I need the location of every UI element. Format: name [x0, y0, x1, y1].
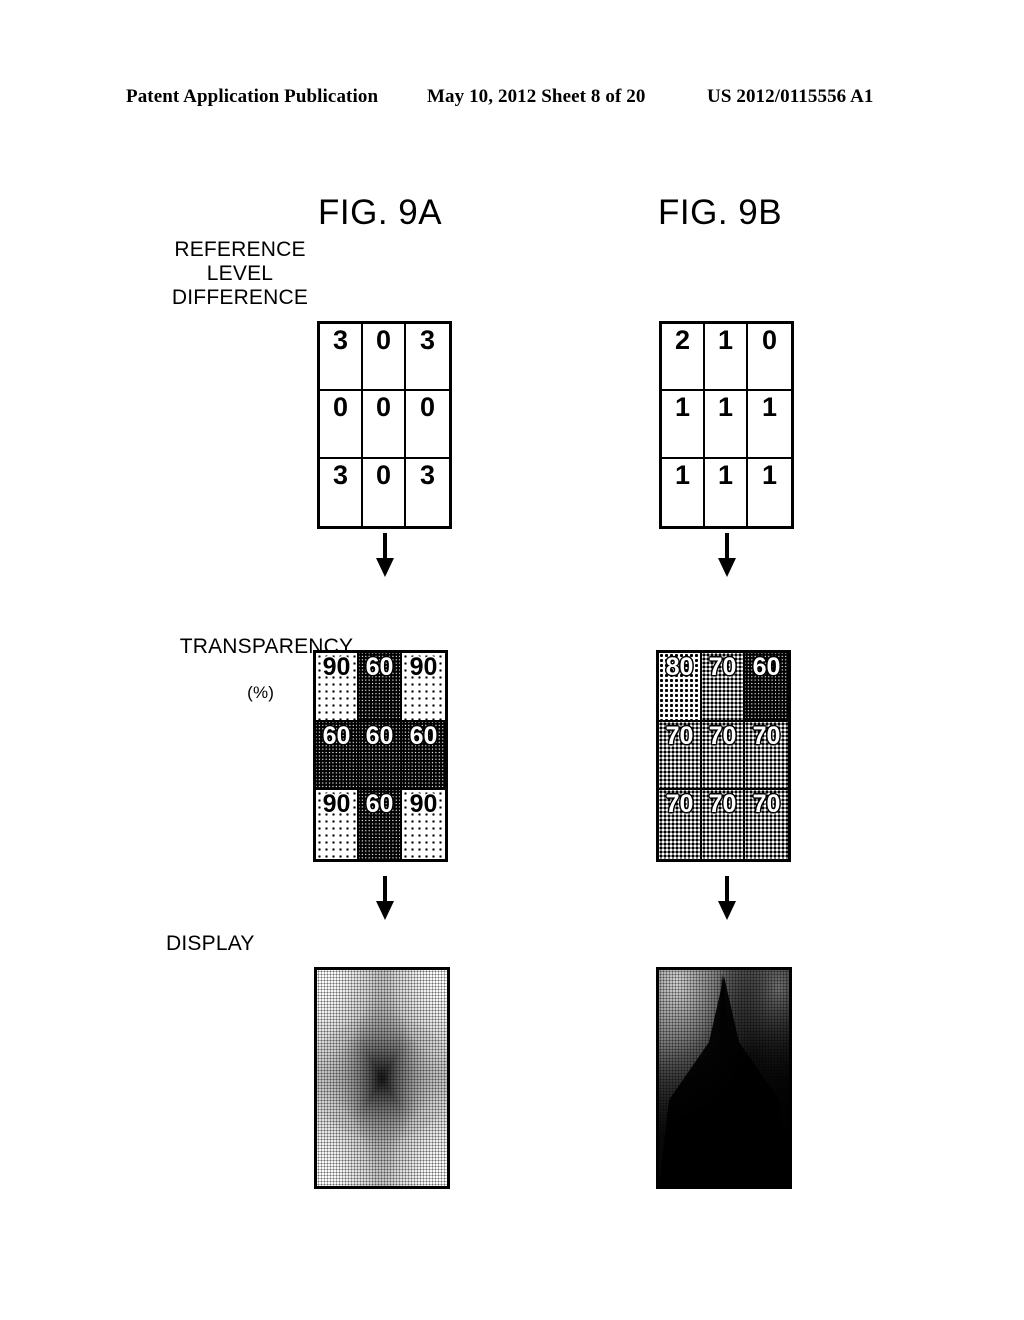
down-arrow-icon	[718, 533, 736, 577]
matrix-cell: 3	[320, 324, 363, 392]
transparency-value: 90	[322, 653, 351, 681]
transparency-cell: 60	[316, 721, 359, 791]
transparency-cell: 90	[316, 790, 359, 859]
publication-number-label: US 2012/0115556 A1	[707, 86, 874, 107]
transparency-value: 80	[665, 653, 694, 681]
transparency-cell: 70	[702, 790, 745, 859]
matrix-cell: 0	[748, 324, 791, 392]
transparency-cell: 60	[359, 790, 402, 859]
matrix-cell: 2	[662, 324, 705, 392]
transparency-value: 60	[322, 721, 351, 750]
transparency-value: 60	[365, 721, 394, 750]
date-sheet-label: May 10, 2012 Sheet 8 of 20	[427, 86, 646, 107]
figure-title-9b: FIG. 9B	[658, 193, 783, 232]
transparency-value: 90	[322, 790, 351, 819]
matrix-cell: 1	[662, 458, 705, 526]
display-panel-9b	[656, 967, 792, 1189]
transparency-value: 60	[752, 653, 781, 681]
transparency-value: 70	[665, 790, 694, 819]
transparency-cell: 60	[745, 653, 788, 722]
matrix-cell: 1	[705, 458, 748, 526]
matrix-cell: 1	[705, 324, 748, 392]
label-reference-level-difference: REFERENCE LEVEL DIFFERENCE	[171, 238, 309, 309]
transparency-cell: 60	[359, 653, 402, 722]
transparency-value: 90	[409, 790, 438, 819]
transparency-value: 60	[365, 790, 394, 819]
transparency-value: 60	[365, 653, 394, 681]
transparency-cell: 70	[702, 653, 745, 722]
matrix-cell: 0	[320, 391, 363, 459]
matrix-reference-level-difference-9a: 3 0 3 0 0 0 3 0 3	[317, 321, 452, 529]
matrix-cell: 0	[363, 458, 406, 526]
transparency-value: 70	[752, 790, 781, 819]
matrix-cell: 1	[705, 391, 748, 459]
transparency-value: 70	[665, 721, 694, 750]
transparency-cell: 70	[745, 721, 788, 791]
transparency-grid-9b: 80 70 60 70 70 70 70 70 70	[656, 650, 791, 862]
down-arrow-icon	[376, 533, 394, 577]
transparency-cell: 60	[359, 721, 402, 791]
transparency-cell: 90	[402, 790, 445, 859]
transparency-cell: 70	[659, 790, 702, 859]
transparency-cell: 90	[402, 653, 445, 722]
transparency-cell: 70	[702, 721, 745, 791]
transparency-value: 70	[708, 653, 737, 681]
matrix-cell: 1	[761, 459, 778, 490]
transparency-value: 70	[708, 721, 737, 750]
matrix-cell: 0	[406, 391, 449, 459]
transparency-cell: 80	[659, 653, 702, 722]
matrix-cell: 3	[406, 324, 449, 392]
transparency-grid-9a: 90 60 90 60 60 60 90 60 90	[313, 650, 448, 862]
matrix-cell: 1	[662, 391, 705, 459]
transparency-value: 70	[752, 721, 781, 750]
transparency-cell: 70	[659, 721, 702, 791]
transparency-value: 60	[409, 721, 438, 750]
matrix-cell: 3	[419, 459, 436, 490]
display-image-9a	[317, 970, 447, 1186]
label-display: DISPLAY	[166, 932, 255, 955]
publication-label: Patent Application Publication	[126, 86, 379, 107]
transparency-cell: 60	[402, 721, 445, 791]
transparency-value: 70	[708, 790, 737, 819]
display-image-9b	[659, 970, 789, 1186]
transparency-cell: 70	[745, 790, 788, 859]
matrix-cell: 0	[363, 324, 406, 392]
down-arrow-icon	[718, 876, 736, 920]
matrix-reference-level-difference-9b: 2 1 0 1 1 1 1 1 1	[659, 321, 794, 529]
matrix-cell: 0	[363, 391, 406, 459]
page-header: Patent Application Publication May 10, 2…	[0, 86, 1024, 114]
transparency-value: 90	[409, 653, 438, 681]
matrix-cell: 3	[320, 458, 363, 526]
transparency-cell: 90	[316, 653, 359, 722]
matrix-cell: 1	[748, 391, 791, 459]
figure-title-9a: FIG. 9A	[318, 193, 443, 232]
down-arrow-icon	[376, 876, 394, 920]
display-panel-9a	[314, 967, 450, 1189]
